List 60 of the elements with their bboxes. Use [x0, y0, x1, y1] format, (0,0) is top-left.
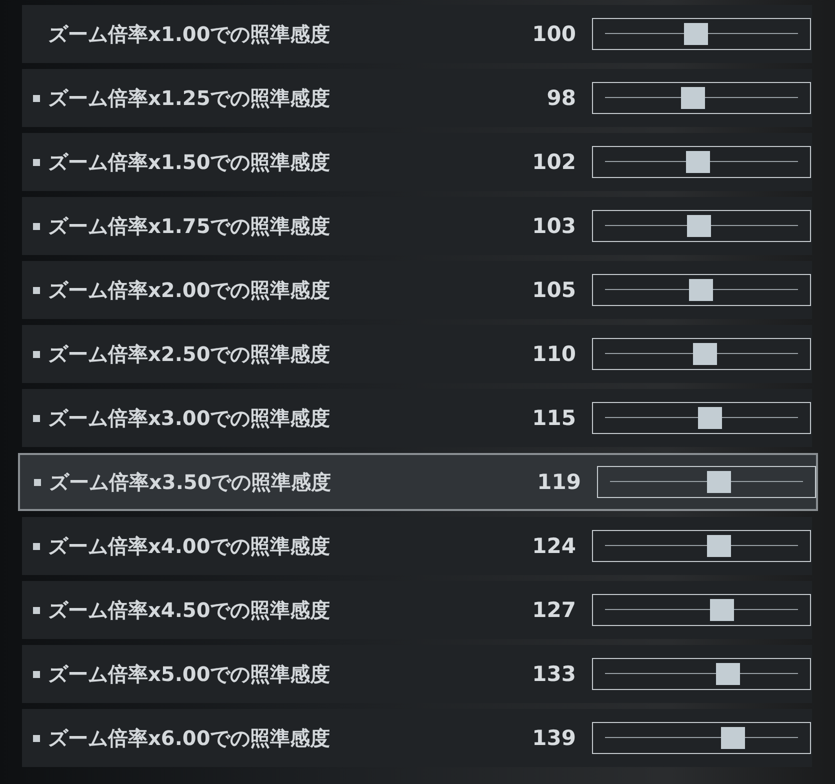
- setting-row[interactable]: ズーム倍率x5.00での照準感度 133: [22, 645, 812, 703]
- setting-label: ズーム倍率x1.25での照準感度: [48, 84, 330, 112]
- setting-label: ズーム倍率x4.00での照準感度: [48, 532, 330, 560]
- slider[interactable]: [592, 274, 811, 306]
- setting-value: 110: [531, 342, 576, 366]
- setting-value: 124: [531, 534, 576, 558]
- slider-thumb[interactable]: [706, 535, 731, 557]
- setting-value: 127: [531, 598, 576, 622]
- slider-thumb[interactable]: [716, 663, 740, 685]
- slider-thumb[interactable]: [693, 343, 718, 365]
- slider[interactable]: [592, 338, 811, 370]
- setting-label: ズーム倍率x5.00での照準感度: [48, 660, 330, 688]
- slider[interactable]: [592, 18, 811, 50]
- setting-label: ズーム倍率x1.50での照準感度: [48, 148, 330, 176]
- setting-row[interactable]: ズーム倍率x2.50での照準感度 110: [22, 325, 812, 383]
- slider[interactable]: [592, 146, 811, 178]
- setting-label: ズーム倍率x1.00での照準感度: [48, 20, 330, 48]
- slider[interactable]: [592, 722, 811, 754]
- setting-value: 105: [531, 278, 576, 302]
- slider[interactable]: [597, 466, 816, 498]
- setting-row[interactable]: ズーム倍率x1.50での照準感度 102: [22, 133, 812, 191]
- slider[interactable]: [592, 210, 811, 242]
- setting-value: 119: [536, 470, 581, 494]
- setting-value: 102: [531, 150, 576, 174]
- setting-row[interactable]: ズーム倍率x4.50での照準感度 127: [22, 581, 812, 639]
- slider[interactable]: [592, 530, 811, 562]
- setting-label: ズーム倍率x2.50での照準感度: [48, 340, 330, 368]
- setting-value: 139: [531, 726, 576, 750]
- setting-row[interactable]: ズーム倍率x6.00での照準感度 139: [22, 709, 812, 767]
- slider[interactable]: [592, 82, 811, 114]
- slider-thumb[interactable]: [698, 407, 722, 429]
- setting-row[interactable]: ズーム倍率x3.50での照準感度 119: [18, 453, 818, 511]
- setting-row[interactable]: ズーム倍率x1.00での照準感度 100: [22, 5, 812, 63]
- slider[interactable]: [592, 658, 811, 690]
- setting-label: ズーム倍率x4.50での照準感度: [48, 596, 330, 624]
- slider-thumb[interactable]: [686, 151, 710, 173]
- setting-value: 100: [531, 22, 576, 46]
- setting-row[interactable]: ズーム倍率x3.00での照準感度 115: [22, 389, 812, 447]
- slider-thumb[interactable]: [684, 23, 708, 45]
- setting-label: ズーム倍率x6.00での照準感度: [48, 724, 330, 752]
- setting-row[interactable]: ズーム倍率x1.25での照準感度 98: [22, 69, 812, 127]
- setting-value: 103: [531, 214, 576, 238]
- setting-label: ズーム倍率x2.00での照準感度: [48, 276, 330, 304]
- setting-row[interactable]: ズーム倍率x4.00での照準感度 124: [22, 517, 812, 575]
- slider-thumb[interactable]: [707, 471, 732, 493]
- slider[interactable]: [592, 402, 811, 434]
- slider-thumb[interactable]: [686, 215, 711, 237]
- setting-label: ズーム倍率x3.00での照準感度: [48, 404, 330, 432]
- slider-thumb[interactable]: [721, 727, 746, 749]
- setting-label: ズーム倍率x3.50での照準感度: [49, 468, 332, 496]
- setting-row[interactable]: ズーム倍率x1.75での照準感度 103: [22, 197, 812, 255]
- slider-thumb[interactable]: [680, 87, 705, 109]
- slider-thumb[interactable]: [688, 279, 713, 301]
- setting-value: 133: [531, 662, 576, 686]
- setting-label: ズーム倍率x1.75での照準感度: [48, 212, 330, 240]
- setting-row[interactable]: ズーム倍率x2.00での照準感度 105: [22, 261, 812, 319]
- slider-thumb[interactable]: [710, 599, 734, 621]
- slider[interactable]: [592, 594, 811, 626]
- setting-value: 98: [546, 86, 576, 110]
- setting-value: 115: [531, 406, 576, 430]
